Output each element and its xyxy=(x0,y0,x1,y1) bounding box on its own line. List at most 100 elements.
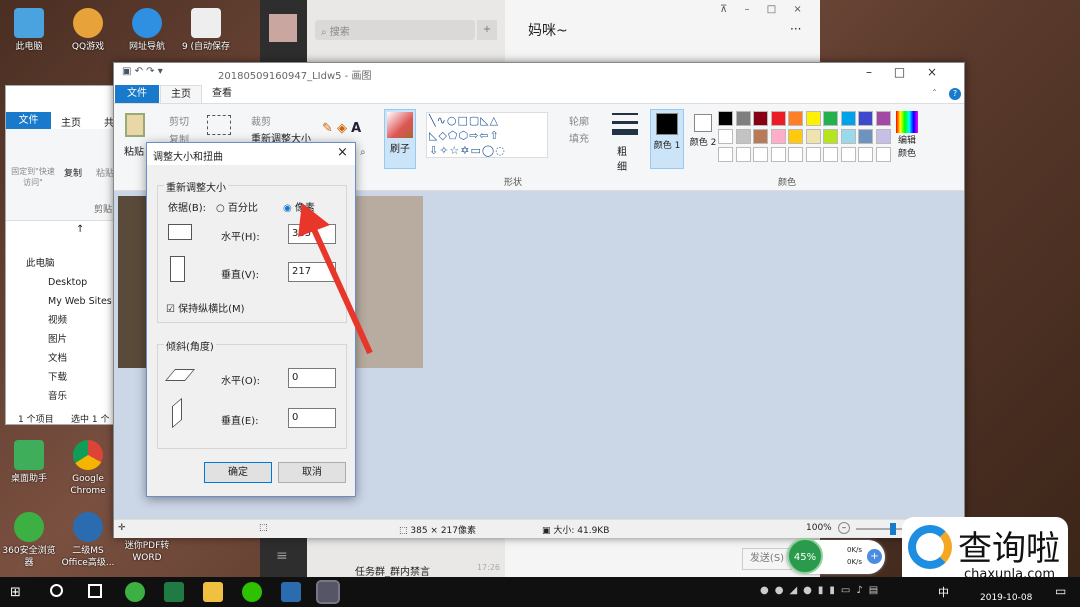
desktop-icon-pdf-to-word[interactable]: 迷你PDF转WORD xyxy=(118,540,176,564)
add-button[interactable]: + xyxy=(477,20,497,40)
color-swatch[interactable] xyxy=(840,147,856,162)
ok-button[interactable]: 确定 xyxy=(204,462,272,483)
desktop-icon-this-pc[interactable]: 此电脑 xyxy=(0,8,58,53)
menu-icon[interactable]: ≡ xyxy=(276,548,288,564)
color-swatch[interactable] xyxy=(718,147,733,162)
color-swatch[interactable] xyxy=(770,111,786,126)
tab-view[interactable]: 查看 xyxy=(202,85,242,103)
clock-date[interactable]: 2019-10-08 xyxy=(980,593,1032,603)
brush-button[interactable]: 刷子 xyxy=(384,109,416,169)
tree-item-pictures[interactable]: 图片 xyxy=(26,330,112,349)
window-controls[interactable]: ⊼ – □ × xyxy=(720,4,802,15)
color-swatch[interactable] xyxy=(753,111,768,126)
color-swatch[interactable] xyxy=(735,147,751,162)
search-button[interactable] xyxy=(50,584,63,597)
tree-item-my-web-sites[interactable]: My Web Sites xyxy=(26,292,112,311)
color-swatch[interactable] xyxy=(735,129,751,144)
color-swatch[interactable] xyxy=(788,111,803,126)
taskbar-paint[interactable] xyxy=(316,580,340,604)
tree-item-documents[interactable]: 文档 xyxy=(26,349,112,368)
color-swatch[interactable] xyxy=(858,129,873,144)
tab-file[interactable]: 文件 xyxy=(6,112,51,129)
start-button[interactable]: ⊞ xyxy=(10,585,21,600)
desktop-icon-360-browser[interactable]: 360安全浏览器 xyxy=(0,512,58,569)
pin-button[interactable]: ⊼ xyxy=(720,4,727,15)
taskbar-file-explorer[interactable] xyxy=(203,582,223,602)
tree-item-this-pc[interactable]: 此电脑 xyxy=(26,254,112,273)
color-swatch[interactable] xyxy=(875,111,891,126)
tree-item-videos[interactable]: 视频 xyxy=(26,311,112,330)
ime-indicator[interactable]: 中 xyxy=(938,584,949,600)
taskbar-wechat[interactable] xyxy=(242,582,262,602)
network-speed-widget[interactable]: 45% 0K/s 0K/s + xyxy=(787,538,885,574)
desktop-icon-chrome[interactable]: Google Chrome xyxy=(59,440,117,497)
close-button[interactable]: × xyxy=(337,145,348,160)
color-swatch[interactable] xyxy=(858,147,873,162)
zoom-slider-thumb[interactable] xyxy=(890,523,896,535)
collapse-ribbon-icon[interactable]: ˆ xyxy=(932,89,937,100)
taskbar-360-browser[interactable] xyxy=(125,582,145,602)
color-swatch[interactable] xyxy=(875,147,891,162)
window-controls[interactable]: – □ × xyxy=(866,65,937,79)
zoom-out-button[interactable]: – xyxy=(838,522,850,534)
tab-home[interactable]: 主页 xyxy=(61,114,81,129)
color-swatch[interactable] xyxy=(823,129,838,144)
color1-button[interactable]: 颜色 1 xyxy=(650,109,684,169)
color2-button[interactable]: 颜色 2 xyxy=(688,111,718,148)
desktop-icon-desktop-helper[interactable]: 桌面助手 xyxy=(0,440,58,485)
copy-button[interactable]: 复制 xyxy=(64,166,82,179)
tab-file[interactable]: 文件 xyxy=(115,85,159,103)
edit-colors-button[interactable]: 编辑颜色 xyxy=(894,111,920,159)
notification-icon[interactable]: ▭ xyxy=(1055,584,1066,598)
help-icon[interactable]: ? xyxy=(949,88,961,100)
taskbar-excel[interactable] xyxy=(164,582,184,602)
minimize-button[interactable]: – xyxy=(745,4,750,15)
pin-quick-access-button[interactable]: 固定到"快速访问" xyxy=(9,166,57,188)
taskbar-photos[interactable] xyxy=(281,582,301,602)
color-swatch[interactable] xyxy=(823,111,838,126)
tab-home[interactable]: 主页 xyxy=(160,85,202,103)
desktop-icon-ms-office[interactable]: 二级MS Office高级... xyxy=(59,512,117,569)
skew-horizontal-input[interactable]: 0 xyxy=(288,368,336,388)
shapes-gallery[interactable]: ╲∿○□▢◺△ ◺◇⬠⬡⇨⇦⇧ ⇩✧☆✡▭◯◌ xyxy=(426,112,548,158)
desktop-icon-qq-games[interactable]: QQ游戏 xyxy=(59,8,117,53)
color-swatch[interactable] xyxy=(753,129,768,144)
color-swatch[interactable] xyxy=(770,147,786,162)
color-swatch[interactable] xyxy=(858,111,873,126)
color-swatch[interactable] xyxy=(840,129,856,144)
color-swatch[interactable] xyxy=(840,111,856,126)
nav-up-icon[interactable]: ↑ xyxy=(76,224,84,235)
color-swatch[interactable] xyxy=(805,111,821,126)
paste-icon[interactable] xyxy=(125,113,145,137)
system-tray[interactable]: ●●◢●▮▮▭♪▤ xyxy=(760,585,884,596)
keep-ratio-checkbox[interactable]: ☑ 保持纵横比(M) xyxy=(166,300,245,315)
paste-button[interactable]: 粘贴 xyxy=(96,166,114,179)
magnifier-icon[interactable]: ⌕ xyxy=(360,147,366,158)
cut-button[interactable]: 剪切 xyxy=(169,113,189,128)
list-item[interactable]: 任务群_群内禁言 17:26 xyxy=(315,563,500,578)
desktop-icon-web-nav[interactable]: 网址导航 xyxy=(118,8,176,53)
percent-radio[interactable]: ○ 百分比 xyxy=(216,199,258,214)
desktop-icon-excel-file[interactable]: 9 (自动保存 xyxy=(177,8,235,53)
cancel-button[interactable]: 取消 xyxy=(278,462,346,483)
color-swatch[interactable] xyxy=(875,129,891,144)
color-swatch[interactable] xyxy=(805,129,821,144)
expand-icon[interactable]: + xyxy=(867,549,882,564)
quick-access-toolbar[interactable]: ▣ ↶ ↷ ▾ xyxy=(122,66,163,77)
color-swatch[interactable] xyxy=(753,147,768,162)
color-swatch[interactable] xyxy=(718,129,733,144)
close-button[interactable]: × xyxy=(793,4,801,15)
size-button[interactable]: 粗细 xyxy=(617,143,631,173)
tree-item-desktop[interactable]: Desktop xyxy=(26,273,112,292)
skew-vertical-input[interactable]: 0 xyxy=(288,408,336,428)
avatar[interactable] xyxy=(269,14,297,42)
pencil-fill-text-tools[interactable]: ✎ ◈ A xyxy=(322,121,361,136)
color-swatch[interactable] xyxy=(823,147,838,162)
tree-item-downloads[interactable]: 下载 xyxy=(26,368,112,387)
more-button[interactable]: ··· xyxy=(790,22,801,36)
send-button[interactable]: 发送(S) xyxy=(742,548,792,570)
color-swatch[interactable] xyxy=(735,111,751,126)
color-swatch[interactable] xyxy=(805,147,821,162)
color-swatch[interactable] xyxy=(788,129,803,144)
fill-button[interactable]: 填充 xyxy=(569,130,589,145)
